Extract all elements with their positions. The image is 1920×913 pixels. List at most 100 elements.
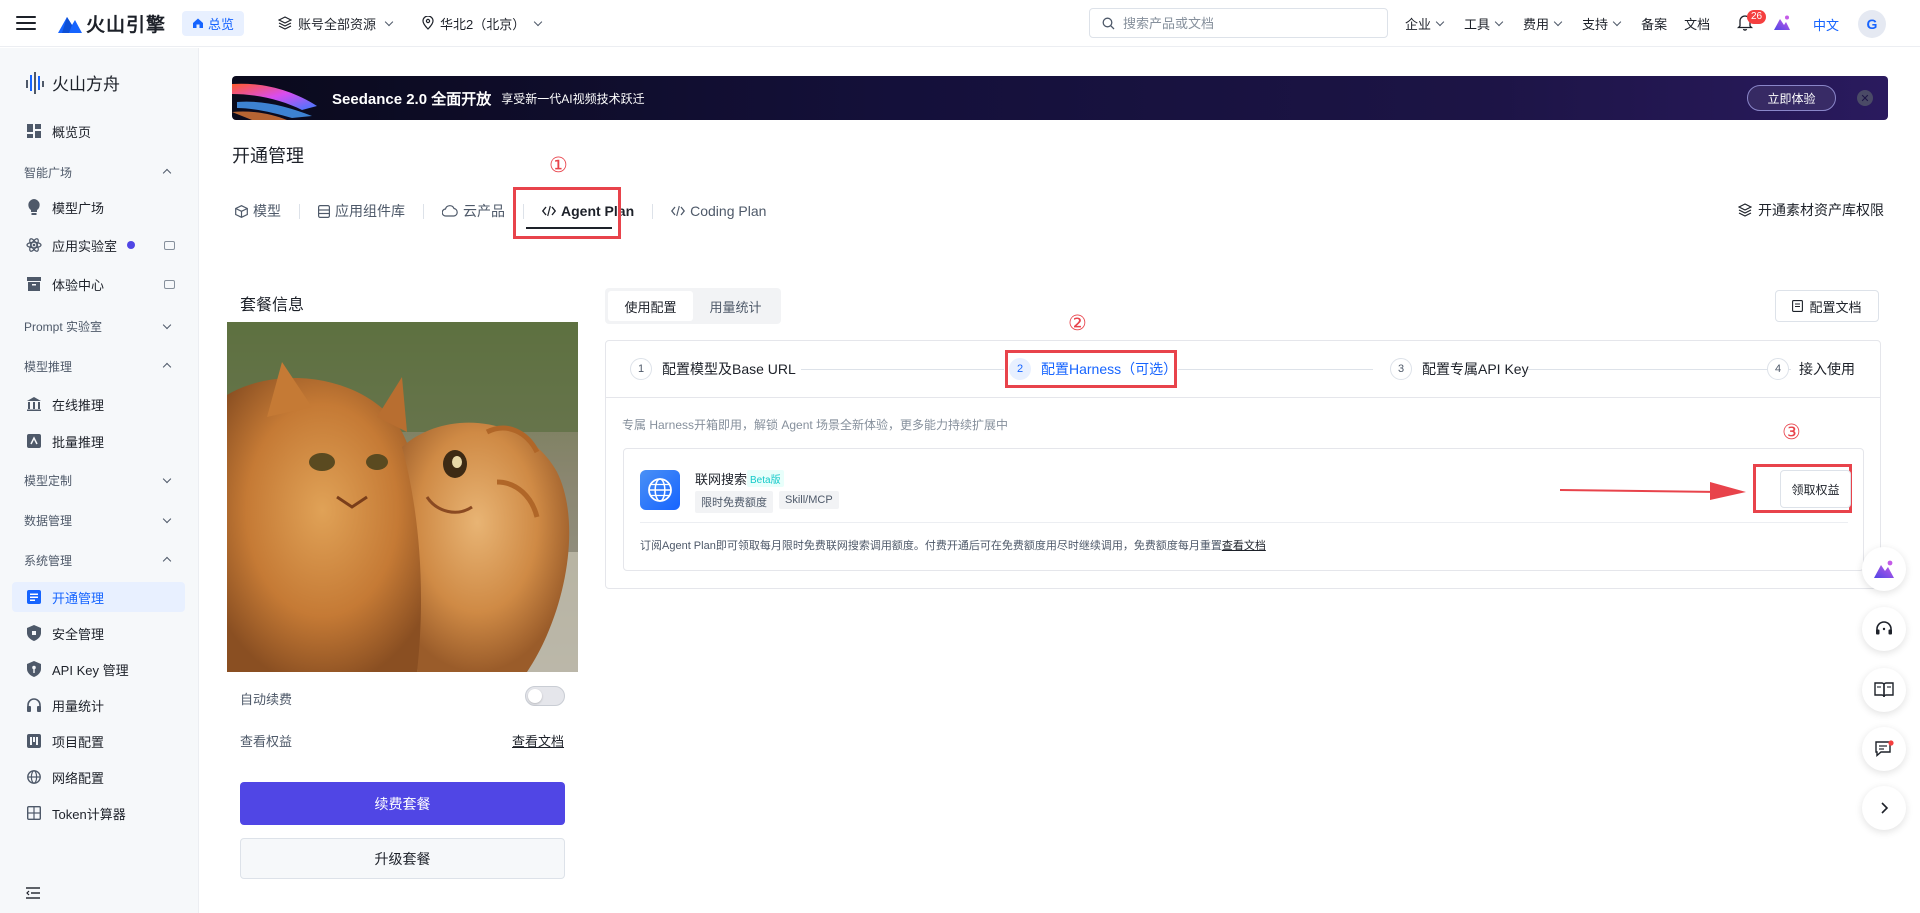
project-icon [26, 733, 42, 749]
tab-coding-plan[interactable]: Coding Plan [668, 203, 769, 219]
step-3[interactable]: 3 配置专属API Key [1390, 358, 1529, 380]
floating-feedback-button[interactable] [1862, 727, 1906, 771]
step-2[interactable]: 2 配置Harness（可选） [1009, 358, 1177, 380]
sidebar-item-label: 应用实验室 [52, 238, 118, 254]
batch-icon [26, 433, 42, 449]
database-icon [318, 204, 330, 218]
promo-banner[interactable]: Seedance 2.0 全面开放 享受新一代AI视频技术跃迁 立即体验 ✕ [232, 76, 1888, 120]
headset-icon [1876, 621, 1892, 635]
claim-rights-button[interactable]: 领取权益 [1780, 470, 1851, 508]
avatar[interactable]: G [1858, 10, 1886, 38]
home-button[interactable]: 总览 [182, 10, 245, 36]
region-select[interactable]: 华北2（北京） [422, 14, 545, 33]
sidebar-item-batch-inference[interactable]: 批量推理 [12, 426, 185, 456]
nav-support[interactable]: 支持 [1582, 14, 1624, 33]
sidebar-item-overview[interactable]: 概览页 [12, 116, 185, 146]
tab-model[interactable]: 模型 [232, 201, 284, 221]
floating-docs-button[interactable] [1862, 668, 1906, 712]
asset-library-permission-link[interactable]: 开通素材资产库权限 [1738, 200, 1884, 220]
plan-info-title: 套餐信息 [240, 297, 305, 314]
step-connector [801, 369, 1004, 370]
sidebar-group-model-custom[interactable]: 模型定制 [24, 472, 174, 489]
floating-support-button[interactable] [1862, 607, 1906, 651]
tab-label: 云产品 [463, 203, 505, 219]
chevron-down-icon [1612, 17, 1622, 27]
sidebar-item-app-lab[interactable]: 应用实验室 [12, 230, 185, 260]
sidebar: 火山方舟 概览页 智能广场 模型广场 应用实验室 体验中心 Prompt 实验室… [0, 48, 199, 913]
search-icon [1102, 17, 1115, 29]
config-doc-button[interactable]: 配置文档 [1775, 290, 1879, 322]
sidebar-group-model-inference[interactable]: 模型推理 [24, 358, 174, 375]
sidebar-group-data-mgmt[interactable]: 数据管理 [24, 512, 174, 529]
brand-name: 火山引擎 [86, 14, 167, 36]
sidebar-item-activation[interactable]: 开通管理 [12, 582, 185, 612]
seg-usage-config[interactable]: 使用配置 [608, 291, 693, 321]
upgrade-plan-button[interactable]: 升级套餐 [240, 838, 565, 879]
seg-usage-stats[interactable]: 用量统计 [693, 291, 778, 321]
floating-ai-button[interactable] [1862, 547, 1906, 591]
sidebar-item-api-key[interactable]: API Key 管理 [12, 654, 185, 684]
floating-expand-button[interactable] [1862, 786, 1906, 830]
sidebar-item-token-calculator[interactable]: Token计算器 [12, 798, 185, 828]
sidebar-item-label: 项目配置 [52, 734, 105, 750]
annotation-2: ② [1068, 312, 1087, 335]
nav-docs[interactable]: 文档 [1684, 14, 1710, 33]
globe-icon [26, 769, 42, 785]
card-footer-doc-link[interactable]: 查看文档 [1222, 540, 1266, 552]
annotation-1: ① [549, 154, 568, 177]
nav-billing[interactable]: 费用 [1523, 14, 1565, 33]
sidebar-group-label: 模型推理 [24, 360, 73, 374]
sidebar-item-model-plaza[interactable]: 模型广场 [12, 192, 185, 222]
sidebar-item-network[interactable]: 网络配置 [12, 762, 185, 792]
nav-enterprise-label: 企业 [1405, 17, 1432, 32]
banner-subtitle: 享受新一代AI视频技术跃迁 [501, 91, 645, 106]
sidebar-item-usage[interactable]: 用量统计 [12, 690, 185, 720]
brand-logo[interactable]: 火山引擎 [58, 10, 166, 37]
nav-enterprise[interactable]: 企业 [1405, 14, 1447, 33]
sidebar-group-prompt-lab[interactable]: Prompt 实验室 [24, 318, 174, 335]
product-brand[interactable]: 火山方舟 [26, 70, 120, 95]
tab-app-components[interactable]: 应用组件库 [315, 201, 408, 221]
sidebar-item-security[interactable]: 安全管理 [12, 618, 185, 648]
try-now-button[interactable]: 立即体验 [1747, 85, 1836, 111]
sidebar-item-experience[interactable]: 体验中心 [12, 269, 185, 299]
search-input[interactable] [1123, 15, 1363, 31]
step-4[interactable]: 4 接入使用 [1767, 358, 1855, 380]
collapse-sidebar-icon[interactable] [26, 887, 40, 899]
language-switch[interactable]: 中文 [1813, 15, 1839, 34]
step-number: 2 [1009, 358, 1031, 380]
sidebar-item-label: 模型广场 [52, 200, 105, 216]
nav-docs-label: 文档 [1684, 17, 1711, 32]
home-icon [193, 18, 204, 28]
tab-label: Coding Plan [690, 203, 767, 219]
close-icon[interactable]: ✕ [1857, 90, 1873, 106]
new-dot [127, 241, 135, 249]
menu-icon[interactable] [14, 11, 38, 35]
global-search[interactable] [1089, 8, 1388, 38]
tab-label: 应用组件库 [335, 203, 405, 219]
step-number: 3 [1390, 358, 1412, 380]
account-scope-select[interactable]: 账号全部资源 [278, 14, 396, 33]
chevron-down-icon [1553, 17, 1563, 27]
sidebar-group-system-mgmt[interactable]: 系统管理 [24, 552, 174, 569]
sidebar-item-online-inference[interactable]: 在线推理 [12, 389, 185, 419]
renew-plan-button[interactable]: 续费套餐 [240, 782, 565, 825]
step-number: 1 [630, 358, 652, 380]
document-list-icon [26, 589, 42, 605]
sidebar-item-label: 用量统计 [52, 698, 105, 714]
ai-assistant-icon[interactable] [1773, 14, 1791, 32]
sidebar-item-label: 开通管理 [52, 590, 105, 606]
product-name: 火山方舟 [52, 75, 120, 94]
layers-icon [278, 16, 293, 30]
nav-tools[interactable]: 工具 [1464, 14, 1506, 33]
view-doc-link[interactable]: 查看文档 [512, 731, 564, 750]
harness-note: 专属 Harness开箱即用，解锁 Agent 场景全新体验，更多能力持续扩展中 [622, 418, 1009, 432]
nav-filing[interactable]: 备案 [1641, 14, 1667, 33]
auto-renew-toggle[interactable] [525, 686, 565, 706]
home-label: 总览 [208, 16, 235, 32]
steps-bar: 1 配置模型及Base URL 2 配置Harness（可选） 3 配置专属AP… [606, 341, 1880, 398]
step-1[interactable]: 1 配置模型及Base URL [630, 358, 796, 380]
sidebar-group-smart-plaza[interactable]: 智能广场 [24, 164, 174, 181]
sidebar-item-project[interactable]: 项目配置 [12, 726, 185, 756]
tab-cloud-products[interactable]: 云产品 [439, 201, 508, 221]
